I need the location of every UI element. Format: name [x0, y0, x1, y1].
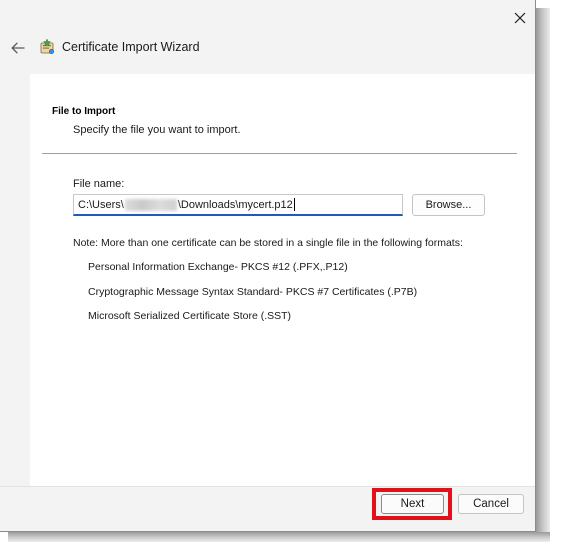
- close-button[interactable]: [506, 6, 534, 30]
- header-divider: [42, 153, 517, 154]
- file-path-prefix: C:\Users\: [78, 198, 124, 211]
- back-arrow-icon: [11, 42, 25, 54]
- browse-button[interactable]: Browse...: [412, 194, 485, 216]
- file-name-label: File name:: [73, 178, 125, 190]
- wizard-content-panel: File to Import Specify the file you want…: [30, 74, 535, 486]
- next-button[interactable]: Next: [381, 494, 444, 514]
- format-item: Cryptographic Message Syntax Standard- P…: [88, 286, 418, 298]
- certificate-wizard-icon: [40, 38, 55, 55]
- text-caret: [293, 198, 295, 211]
- format-item: Personal Information Exchange- PKCS #12 …: [88, 261, 348, 273]
- certificate-import-wizard-dialog: Certificate Import Wizard File to Import…: [0, 0, 536, 532]
- section-title: File to Import: [52, 106, 116, 117]
- formats-note: Note: More than one certificate can be s…: [73, 237, 463, 249]
- wizard-title: Certificate Import Wizard: [62, 40, 200, 54]
- back-button[interactable]: [8, 38, 28, 58]
- section-subtitle: Specify the file you want to import.: [73, 124, 241, 136]
- screenshot-canvas: Certificate Import Wizard File to Import…: [0, 0, 561, 548]
- footer-separator: [0, 486, 535, 487]
- file-name-input[interactable]: C:\Users\ \Downloads\mycert.p12: [73, 194, 403, 216]
- redacted-username: [124, 198, 177, 211]
- cancel-button[interactable]: Cancel: [458, 494, 524, 514]
- window-shadow-right: [536, 8, 550, 536]
- close-icon: [514, 12, 526, 24]
- window-shadow-bottom: [8, 532, 550, 542]
- file-path-suffix: \Downloads\mycert.p12: [177, 198, 293, 211]
- format-item: Microsoft Serialized Certificate Store (…: [88, 310, 292, 322]
